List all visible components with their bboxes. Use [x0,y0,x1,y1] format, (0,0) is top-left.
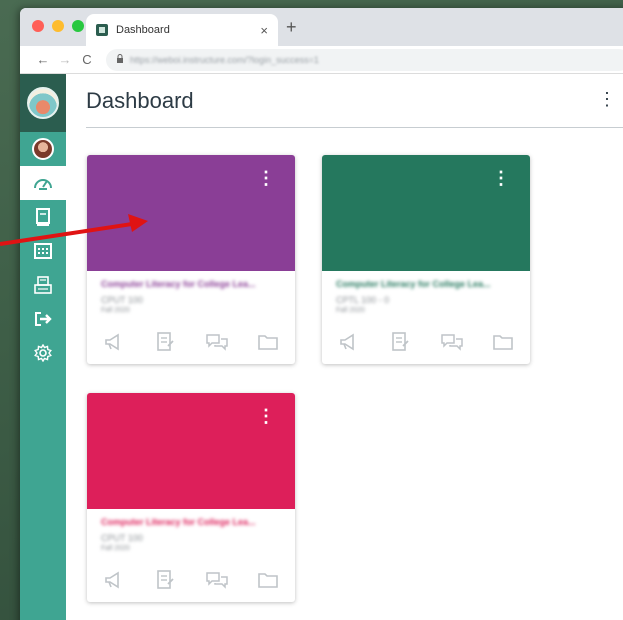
address-bar: ← → C https://weboi.instructure.com/?log… [20,46,623,74]
nav-dashboard[interactable] [20,166,66,200]
course-code: CPUT 100 [101,295,143,305]
course-card[interactable]: ⋮ Computer Literacy for College Lea... C… [87,393,295,602]
courses-icon [36,208,50,226]
assignments-icon[interactable] [154,332,176,352]
inbox-icon [34,276,52,294]
course-name-link[interactable]: Computer Literacy for College Lea... [101,279,281,289]
files-icon[interactable] [257,332,279,352]
logo-seal-icon [27,87,59,119]
settings-icon [34,344,52,362]
reload-button[interactable]: C [76,52,98,67]
card-options-button[interactable]: ⋮ [492,169,510,187]
course-code: CPTL 100 - 0 [336,295,390,305]
discussions-icon[interactable] [440,332,463,352]
discussions-icon[interactable] [205,570,228,590]
course-card-hero[interactable]: ⋮ [322,155,530,271]
nav-account[interactable] [20,132,66,166]
back-button[interactable]: ← [32,52,54,67]
page-header: Dashboard ⋮ [86,74,623,128]
close-window-button[interactable] [32,20,44,32]
card-options-button[interactable]: ⋮ [257,407,275,425]
course-card[interactable]: ⋮ Computer Literacy for College Lea... C… [87,155,295,364]
course-card-hero[interactable]: ⋮ [87,155,295,271]
course-card-hero[interactable]: ⋮ [87,393,295,509]
announcements-icon[interactable] [103,332,125,352]
window-controls [32,20,84,32]
browser-window: Dashboard × + ← → C https://weboi.instru… [20,8,623,620]
files-icon[interactable] [257,570,279,590]
new-tab-button[interactable]: + [286,17,297,38]
assignments-icon[interactable] [154,570,176,590]
card-action-icons [103,570,279,590]
global-navigation [20,74,66,620]
course-name-link[interactable]: Computer Literacy for College Lea... [101,517,281,527]
course-term: Fall 2020 [101,307,130,314]
browser-tab-dashboard[interactable]: Dashboard × [86,14,278,46]
discussions-icon[interactable] [205,332,228,352]
maximize-window-button[interactable] [72,20,84,32]
course-term: Fall 2020 [336,307,365,314]
url-field[interactable]: https://weboi.instructure.com/?login_suc… [106,48,623,71]
url-text: https://weboi.instructure.com/?login_suc… [130,54,319,65]
course-card[interactable]: ⋮ Computer Literacy for College Lea... C… [322,155,530,364]
institution-logo[interactable] [20,74,66,132]
course-term: Fall 2020 [101,545,130,552]
forward-button[interactable]: → [54,52,76,67]
nav-calendar[interactable] [20,234,66,268]
logout-icon [35,312,52,326]
nav-courses[interactable] [20,200,66,234]
dashboard-icon [34,179,52,190]
nav-logout[interactable] [20,302,66,336]
nav-settings[interactable] [20,336,66,370]
assignments-icon[interactable] [389,332,411,352]
announcements-icon[interactable] [338,332,360,352]
announcements-icon[interactable] [103,570,125,590]
card-action-icons [338,332,514,352]
dashboard-options-button[interactable]: ⋮ [598,90,616,108]
files-icon[interactable] [492,332,514,352]
canvas-favicon-icon [96,24,108,36]
user-avatar [32,138,54,160]
lock-icon [116,54,124,65]
tab-title: Dashboard [116,24,170,36]
calendar-icon [34,243,52,259]
minimize-window-button[interactable] [52,20,64,32]
course-code: CPUT 100 [101,533,143,543]
page-title: Dashboard [86,87,194,113]
course-name-link[interactable]: Computer Literacy for College Lea... [336,279,516,289]
dashboard-main: Dashboard ⋮ ⋮ Computer Literacy for Coll… [66,74,623,620]
nav-inbox[interactable] [20,268,66,302]
card-options-button[interactable]: ⋮ [257,169,275,187]
card-action-icons [103,332,279,352]
tab-close-icon[interactable]: × [260,23,268,38]
browser-tab-bar: Dashboard × + [20,8,623,46]
